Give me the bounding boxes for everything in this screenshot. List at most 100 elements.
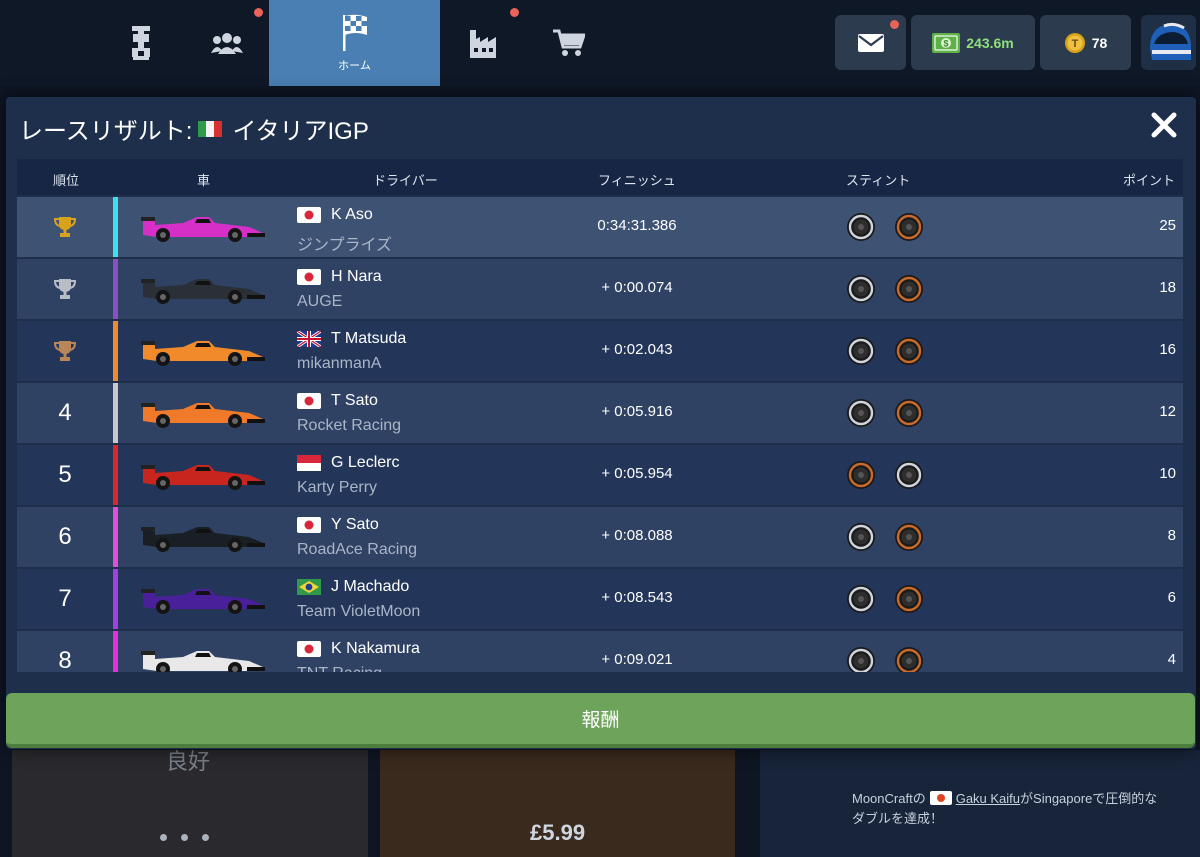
background-news-text: MoonCraftの Gaku KaifuがSingaporeで圧倒的な ダブルを…: [852, 789, 1157, 829]
factory-icon: [470, 30, 496, 58]
driver-name: T Sato: [331, 392, 378, 409]
close-button[interactable]: [1150, 111, 1178, 139]
soft-tyre-icon: [894, 274, 924, 309]
modal-title: レースリザルト: イタリアIGP: [19, 111, 369, 146]
japan-flag-icon: [297, 517, 321, 538]
position-cell: 4: [58, 399, 72, 426]
team-name: AUGE: [297, 293, 343, 310]
cart-icon: [553, 29, 585, 56]
position-cell: 5: [58, 461, 72, 488]
italy-flag-icon: [198, 120, 223, 137]
token-balance[interactable]: T 78: [1040, 15, 1131, 70]
money-balance[interactable]: $ 243.6m: [911, 15, 1035, 70]
nav-shop-button[interactable]: [528, 0, 610, 86]
table-row[interactable]: K Aso ジンプライズ 0:34:31.386 25: [17, 197, 1183, 257]
medium-tyre-icon: [846, 522, 876, 557]
japan-flag-icon: [929, 791, 952, 805]
col-finish: フィニッシュ: [598, 173, 676, 188]
mail-notification-dot: [890, 20, 899, 29]
points-value: 10: [1159, 465, 1176, 482]
col-points: ポイント: [1122, 173, 1175, 188]
driver-name: K Aso: [331, 206, 373, 223]
points-value: 8: [1167, 527, 1176, 544]
mail-icon: [857, 33, 884, 52]
driver-name: J Machado: [331, 578, 410, 595]
money-amount: 243.6m: [966, 34, 1014, 51]
table-row[interactable]: 8 K Nakamura TNT Racing + 0:09.021 4: [17, 631, 1183, 672]
factory-notification-dot: [510, 8, 519, 17]
points-value: 16: [1159, 341, 1176, 358]
car-icon: [132, 26, 150, 60]
token-coin-icon: T: [1064, 32, 1085, 53]
points-value: 4: [1167, 651, 1176, 668]
medium-tyre-icon: [894, 460, 924, 495]
position-cell: [17, 197, 113, 257]
nav-home-tab[interactable]: ホーム: [269, 0, 440, 86]
driver-name: G Leclerc: [331, 454, 400, 471]
news-suffix: がSingaporeで圧倒的な: [1020, 791, 1158, 806]
finish-time: + 0:00.074: [601, 279, 673, 296]
medium-tyre-icon: [846, 646, 876, 672]
points-value: 6: [1167, 589, 1176, 606]
car-livery-image: [139, 643, 267, 672]
nav-car-button[interactable]: [100, 0, 182, 86]
finish-time: + 0:08.088: [601, 527, 673, 544]
brazil-flag-icon: [297, 579, 321, 600]
table-row[interactable]: 6 Y Sato RoadAce Racing + 0:08.088 8: [17, 507, 1183, 567]
driver-name: H Nara: [331, 268, 382, 285]
team-color-stripe: [113, 445, 118, 505]
team-color-stripe: [113, 259, 118, 319]
checkered-flag-icon: [342, 14, 367, 51]
driver-name: Y Sato: [331, 516, 379, 533]
team-name: RoadAce Racing: [297, 541, 418, 558]
soft-tyre-icon: [894, 584, 924, 619]
results-table-header: 順位 車 ドライバー フィニッシュ スティント ポイント: [17, 159, 1183, 195]
uk-flag-icon: [296, 329, 322, 352]
reward-button[interactable]: 報酬: [6, 693, 1195, 748]
team-color-stripe: [113, 321, 118, 381]
position-cell: [17, 321, 113, 381]
race-result-modal: レースリザルト: イタリアIGP 順位 車 ドライバー フィニッシュ スティント…: [6, 97, 1196, 749]
table-row[interactable]: T Matsuda mikanmanA + 0:02.043 16: [17, 321, 1183, 381]
svg-text:$: $: [944, 38, 949, 48]
col-stint: スティント: [846, 173, 911, 188]
finish-time: + 0:08.543: [601, 589, 673, 606]
car-livery-image: [139, 519, 267, 558]
table-row[interactable]: 4 T Sato Rocket Racing + 0:05.916 12: [17, 383, 1183, 443]
close-icon: [1151, 112, 1177, 138]
nav-home-label: ホーム: [338, 60, 371, 72]
table-row[interactable]: 5 G Leclerc Karty Perry + 0:05.954 10: [17, 445, 1183, 505]
trophy-icon: [53, 217, 77, 237]
team-name: mikanmanA: [297, 355, 382, 372]
team-color-stripe: [113, 197, 118, 257]
team-color-stripe: [113, 507, 118, 567]
table-row[interactable]: 7 J Machado Team VioletMoon + 0:08.543 6: [17, 569, 1183, 629]
profile-avatar-button[interactable]: [1141, 15, 1196, 70]
monaco-flag-icon: [297, 455, 321, 476]
car-livery-image: [139, 209, 267, 248]
soft-tyre-icon: [894, 398, 924, 433]
col-driver: ドライバー: [373, 173, 438, 188]
finish-time: 0:34:31.386: [597, 217, 677, 234]
team-name: TNT Racing: [297, 665, 382, 672]
car-livery-image: [139, 581, 267, 620]
car-livery-image: [139, 457, 267, 496]
medium-tyre-icon: [846, 212, 876, 247]
soft-tyre-icon: [894, 522, 924, 557]
position-cell: [17, 259, 113, 319]
results-table-body[interactable]: K Aso ジンプライズ 0:34:31.386 25 H Nara AUGE + 0:00…: [17, 197, 1183, 672]
team-name: Team VioletMoon: [297, 603, 421, 620]
team-color-stripe: [113, 631, 118, 672]
points-value: 25: [1159, 217, 1176, 234]
team-name: Rocket Racing: [297, 417, 402, 434]
position-cell: 7: [58, 585, 72, 612]
cash-icon: $: [932, 32, 961, 53]
col-car: 車: [197, 173, 211, 188]
team-name: Karty Perry: [297, 479, 378, 496]
carousel-dots: [160, 834, 209, 841]
table-row[interactable]: H Nara AUGE + 0:00.074 18: [17, 259, 1183, 319]
trophy-icon: [53, 279, 77, 299]
japan-flag-icon: [297, 269, 321, 290]
top-navigation-bar: ホーム $ 243.6m T 78: [0, 0, 1200, 86]
medium-tyre-icon: [846, 274, 876, 309]
